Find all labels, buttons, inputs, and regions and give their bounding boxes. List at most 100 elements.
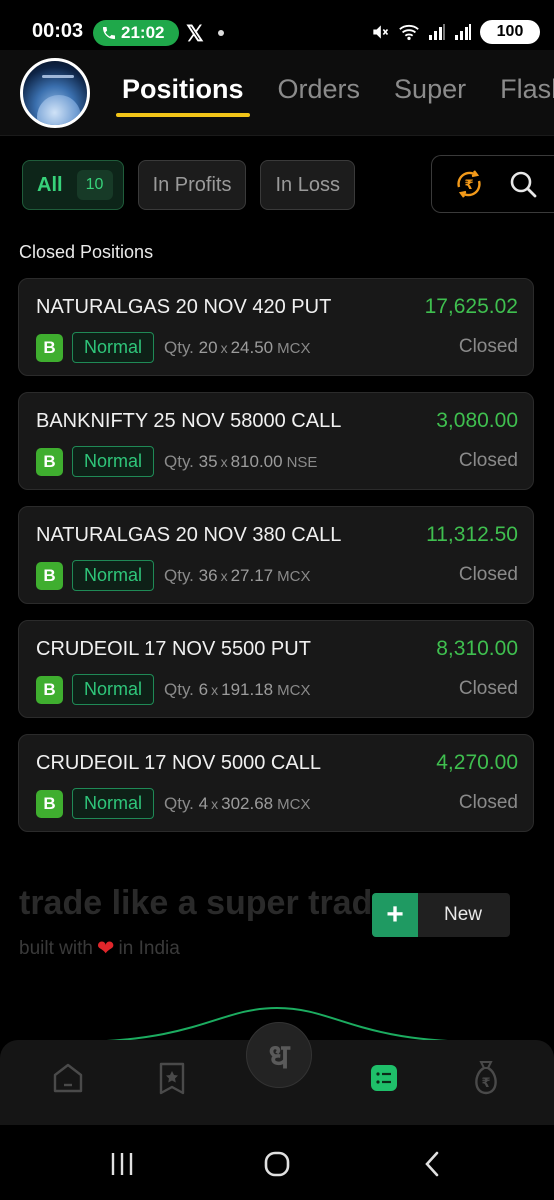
position-status: Closed	[458, 792, 518, 813]
positions-icon	[371, 1065, 397, 1091]
qty-label: Qty.	[164, 338, 194, 357]
filter-in-loss[interactable]: In Loss	[260, 160, 355, 210]
position-symbol: CRUDEOIL 17 NOV 5500 PUT	[36, 638, 311, 660]
nav-positions[interactable]	[364, 1058, 404, 1098]
qty-label: Qty.	[164, 452, 194, 471]
position-status: Closed	[458, 564, 518, 585]
recents-icon	[111, 1153, 133, 1175]
position-card[interactable]: BANKNIFTY 25 NOV 58000 CALL 3,080.00 B N…	[18, 392, 534, 490]
filter-in-profits[interactable]: In Profits	[137, 160, 247, 210]
battery-indicator: 100	[480, 20, 540, 44]
wifi-icon	[399, 24, 419, 41]
qty-value: 35	[198, 452, 218, 471]
new-order-button[interactable]: + New	[372, 893, 510, 937]
filter-all[interactable]: All 10	[22, 160, 124, 210]
tab-orders[interactable]: Orders	[278, 74, 361, 105]
exchange: MCX	[277, 796, 311, 813]
promo-tagline: trade like a super trad	[19, 884, 373, 922]
search-icon[interactable]	[508, 169, 538, 199]
times-sign: x	[220, 340, 228, 356]
watchlist-icon	[159, 1062, 185, 1095]
avatar-moon	[37, 95, 81, 125]
signal-icon	[429, 24, 445, 40]
position-card[interactable]: NATURALGAS 20 NOV 380 CALL 11,312.50 B N…	[18, 506, 534, 604]
times-sign: x	[211, 682, 219, 698]
buy-badge: B	[36, 334, 63, 362]
home-icon	[53, 1063, 83, 1093]
ongoing-call-pill[interactable]: 21:02	[93, 20, 179, 46]
filter-all-label: All	[37, 173, 63, 196]
section-title: Closed Positions	[19, 242, 154, 262]
position-pnl: 17,625.02	[424, 295, 518, 318]
qty-value: 20	[198, 338, 218, 357]
position-pnl: 8,310.00	[436, 637, 518, 660]
position-pnl: 11,312.50	[426, 523, 518, 546]
back-icon	[425, 1151, 439, 1177]
qty-value: 6	[198, 680, 209, 699]
position-status: Closed	[458, 336, 518, 357]
avg-price: 27.17	[230, 566, 274, 585]
qty-label: Qty.	[164, 680, 194, 699]
call-duration: 21:02	[121, 23, 165, 42]
tab-positions[interactable]: Positions	[116, 74, 250, 117]
positions-list: NATURALGAS 20 NOV 420 PUT 17,625.02 B No…	[18, 278, 534, 848]
exchange: MCX	[277, 340, 311, 357]
position-qty: Qty. 20 x 24.50 MCX	[164, 338, 310, 358]
times-sign: x	[220, 568, 228, 584]
x-logo-icon: 𝕏	[186, 21, 204, 46]
nav-watchlist[interactable]	[152, 1058, 192, 1098]
times-sign: x	[220, 454, 228, 470]
position-status: Closed	[458, 450, 518, 471]
status-time: 00:03	[32, 20, 84, 42]
position-pnl: 3,080.00	[436, 409, 518, 432]
built-prefix: built with	[19, 937, 93, 959]
tab-super[interactable]: Super	[394, 74, 466, 105]
system-nav-bar	[0, 1125, 554, 1200]
times-sign: x	[211, 796, 219, 812]
position-pnl: 4,270.00	[436, 751, 518, 774]
order-type-badge: Normal	[72, 674, 154, 705]
order-type-badge: Normal	[72, 332, 154, 363]
position-card[interactable]: CRUDEOIL 17 NOV 5500 PUT 8,310.00 B Norm…	[18, 620, 534, 718]
exchange: NSE	[286, 454, 318, 471]
built-suffix: in India	[118, 937, 180, 959]
tab-flash[interactable]: Flash	[500, 74, 554, 105]
top-tabs: Positions Orders Super Flash	[116, 74, 554, 117]
center-logo-button[interactable]: ध	[246, 1022, 312, 1088]
buy-badge: B	[36, 448, 63, 476]
position-qty: Qty. 4 x 302.68 MCX	[164, 794, 310, 814]
plus-icon: +	[372, 893, 418, 937]
position-qty: Qty. 36 x 27.17 MCX	[164, 566, 310, 586]
back-button[interactable]	[412, 1147, 452, 1181]
home-button[interactable]	[257, 1147, 297, 1181]
recents-button[interactable]	[102, 1147, 142, 1181]
position-symbol: NATURALGAS 20 NOV 420 PUT	[36, 296, 332, 318]
avatar-detail	[42, 75, 74, 78]
position-card[interactable]: CRUDEOIL 17 NOV 5000 CALL 4,270.00 B Nor…	[18, 734, 534, 832]
position-card[interactable]: NATURALGAS 20 NOV 420 PUT 17,625.02 B No…	[18, 278, 534, 376]
avg-price: 302.68	[221, 794, 274, 813]
tools-box: ₹	[431, 155, 554, 213]
phone-icon	[103, 27, 115, 39]
qty-value: 36	[198, 566, 218, 585]
svg-text:₹: ₹	[464, 178, 473, 193]
buy-badge: B	[36, 676, 63, 704]
position-status: Closed	[458, 678, 518, 699]
nav-home[interactable]	[48, 1058, 88, 1098]
funds-icon: ₹	[475, 1061, 497, 1095]
app-header: Positions Orders Super Flash	[0, 50, 554, 136]
avg-price: 24.50	[230, 338, 274, 357]
order-type-badge: Normal	[72, 788, 154, 819]
buy-badge: B	[36, 562, 63, 590]
avatar[interactable]	[20, 58, 90, 128]
notification-dot	[218, 30, 224, 36]
system-icons: 100	[370, 20, 540, 44]
position-symbol: BANKNIFTY 25 NOV 58000 CALL	[36, 410, 342, 432]
order-type-badge: Normal	[72, 560, 154, 591]
home-circle-icon	[264, 1151, 290, 1177]
nav-funds[interactable]: ₹	[466, 1058, 506, 1098]
rupee-refresh-icon[interactable]: ₹	[452, 167, 486, 201]
qty-value: 4	[198, 794, 209, 813]
avg-price: 191.18	[221, 680, 274, 699]
position-qty: Qty. 35 x 810.00 NSE	[164, 452, 317, 472]
